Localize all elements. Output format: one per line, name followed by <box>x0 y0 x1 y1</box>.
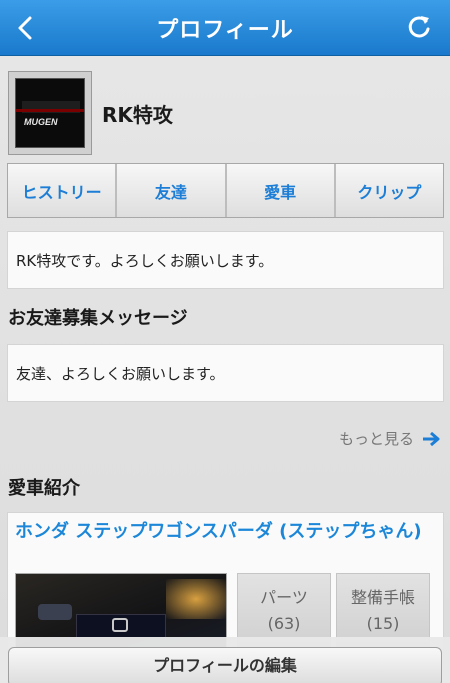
avatar-logo-text: MUGEN <box>24 117 58 127</box>
more-link[interactable]: もっと見る <box>339 428 440 449</box>
nav-bar: プロフィール <box>0 0 450 56</box>
page-title: プロフィール <box>156 18 294 43</box>
parts-label: パーツ <box>260 588 308 607</box>
car-photo-headlight <box>38 604 72 620</box>
tab-clips[interactable]: クリップ <box>335 164 443 217</box>
tab-friends[interactable]: 友達 <box>117 164 225 217</box>
arrow-right-icon <box>423 431 440 446</box>
avatar-stripe <box>16 109 84 112</box>
parts-count: (63) <box>267 614 301 633</box>
tab-cars[interactable]: 愛車 <box>226 164 334 217</box>
more-link-label: もっと見る <box>338 430 414 448</box>
car-photo-light-glow <box>166 579 226 619</box>
profile-content[interactable]: MUGEN RK特攻 ヒストリー 友達 愛車 クリップ RK特攻です。よろしくお… <box>0 56 450 683</box>
car-photo-badge <box>112 618 128 632</box>
username: RK特攻 <box>102 103 173 127</box>
avatar[interactable]: MUGEN <box>8 71 92 155</box>
car-name-link[interactable]: ホンダ ステップワゴンスパーダ (ステップちゃん) <box>15 519 435 545</box>
tab-history[interactable]: ヒストリー <box>8 164 116 217</box>
bottom-bar: プロフィールの編集 <box>0 637 450 683</box>
intro-text: RK特攻です。よろしくお願いします。 <box>16 251 274 270</box>
refresh-icon[interactable] <box>404 12 434 42</box>
maintenance-count: (15) <box>366 614 400 633</box>
profile-tabs: ヒストリー 友達 愛車 クリップ <box>7 163 444 218</box>
profile-header: MUGEN RK特攻 <box>8 71 438 157</box>
edit-profile-button[interactable]: プロフィールの編集 <box>8 647 442 683</box>
friend-message-text: 友達、よろしくお願いします。 <box>16 364 225 383</box>
friend-message-card: 友達、よろしくお願いします。 <box>7 344 444 402</box>
car-section-title: 愛車紹介 <box>8 478 80 499</box>
intro-card: RK特攻です。よろしくお願いします。 <box>7 231 444 289</box>
friend-section-title: お友達募集メッセージ <box>8 308 188 329</box>
avatar-image: MUGEN <box>15 78 85 148</box>
maintenance-label: 整備手帳 <box>350 588 415 607</box>
